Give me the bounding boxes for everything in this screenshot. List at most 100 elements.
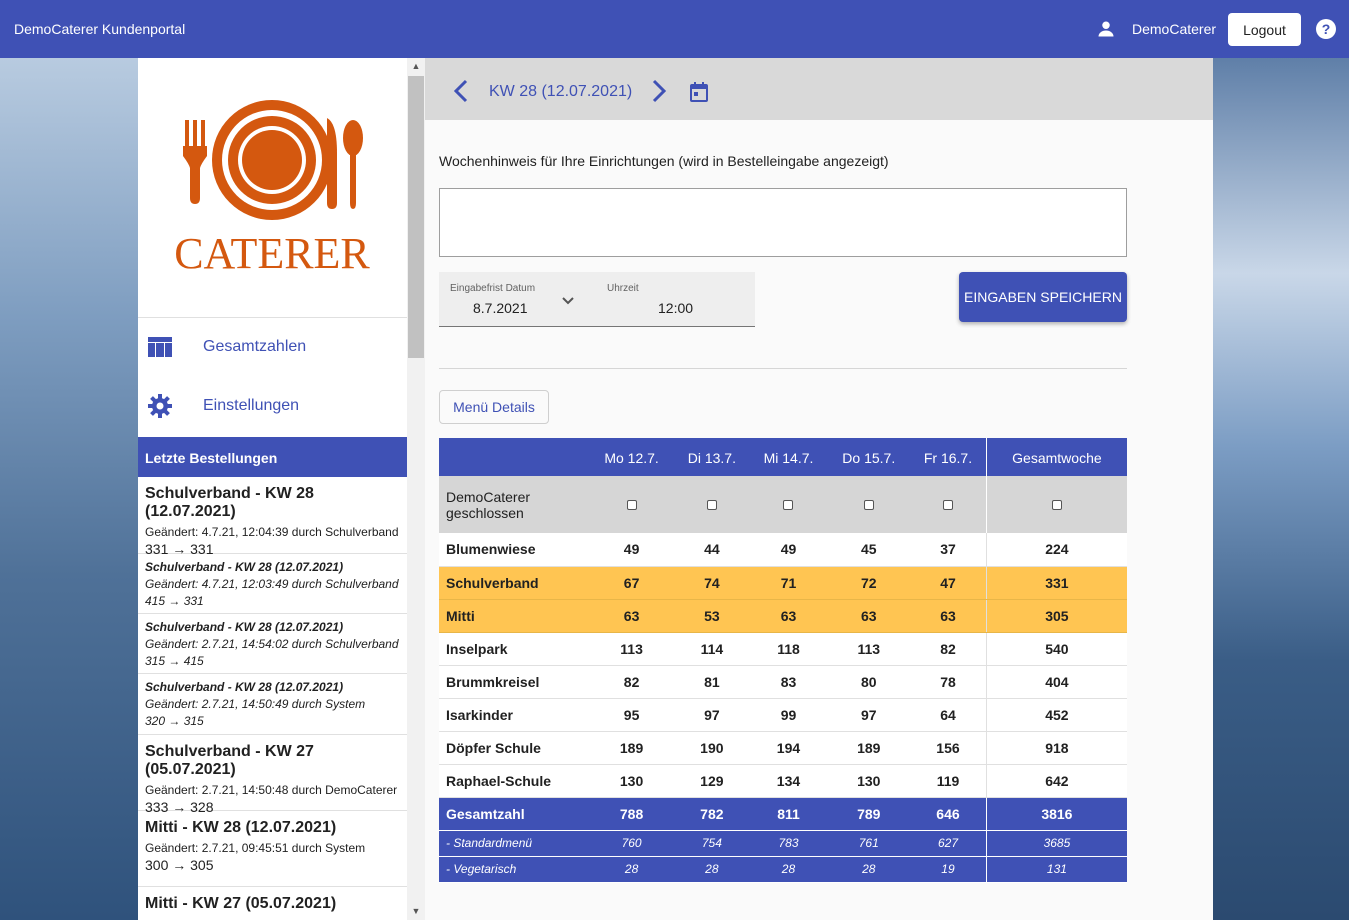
nav-item-gesamtzahlen[interactable]: Gesamtzahlen (138, 318, 407, 376)
week-total-cell: 305 (985, 599, 1127, 633)
column-header: Fr 16.7. (910, 438, 987, 476)
day-value-cell: 63 (749, 599, 828, 633)
day-value-cell: 95 (589, 698, 675, 732)
order-item[interactable]: Schulverband - KW 28 (12.07.2021) Geände… (138, 554, 407, 614)
logout-button[interactable]: Logout (1228, 13, 1301, 46)
row-label: Schulverband (439, 566, 589, 600)
scroll-down-arrow-icon[interactable]: ▼ (411, 906, 421, 916)
chevron-left-icon[interactable] (451, 79, 471, 103)
table-row: Isarkinder 95 97 99 97 64 452 (439, 698, 1127, 732)
day-value-cell: 67 (589, 566, 675, 600)
day-value-cell: 118 (749, 632, 828, 666)
order-value: 320 → 315 (145, 714, 204, 728)
table-row: Brummkreisel 82 81 83 80 78 404 (439, 665, 1127, 699)
day-value-cell: 19 (910, 856, 987, 883)
closed-checkbox[interactable] (626, 499, 637, 510)
table-row: Döpfer Schule 189 190 194 189 156 918 (439, 731, 1127, 765)
table-header-row: Mo 12.7. Di 13.7. Mi 14.7. Do 15.7. Fr 1… (439, 438, 1127, 476)
order-item[interactable]: Mitti - KW 27 (05.07.2021) (138, 887, 407, 920)
caterer-logo: CATERER (138, 58, 407, 318)
order-changed: Geändert: 4.7.21, 12:03:49 durch Schulve… (145, 577, 399, 591)
week-hint-textarea[interactable] (439, 188, 1127, 257)
order-item[interactable]: Mitti - KW 28 (12.07.2021) Geändert: 2.7… (138, 811, 407, 887)
order-title: Schulverband - KW 27 (05.07.2021) (145, 743, 314, 778)
order-item[interactable]: Schulverband - KW 28 (12.07.2021) Geände… (138, 614, 407, 674)
day-value-cell: 37 (910, 533, 987, 567)
row-label: - Vegetarisch (439, 856, 589, 883)
order-changed: Geändert: 2.7.21, 14:54:02 durch Schulve… (145, 637, 399, 651)
day-value-cell: 129 (674, 764, 750, 798)
order-item[interactable]: Schulverband - KW 28 (12.07.2021) Geände… (138, 477, 407, 557)
background-left (0, 58, 138, 920)
table-row: Mitti 63 53 63 63 63 305 (439, 599, 1127, 633)
day-value-cell: 114 (674, 632, 750, 666)
day-value-cell: 189 (589, 731, 675, 765)
week-total-cell: 918 (985, 731, 1127, 765)
order-item[interactable]: Schulverband - KW 27 (05.07.2021) Geände… (138, 735, 407, 815)
day-value-cell: 789 (827, 797, 911, 831)
deadline-date-select[interactable]: Eingabefrist Datum 8.7.2021 (439, 272, 596, 327)
day-value-cell: 190 (674, 731, 750, 765)
week-label: KW 28 (12.07.2021) (489, 83, 633, 100)
closed-checkbox[interactable] (706, 499, 717, 510)
day-value-cell: 28 (589, 856, 675, 883)
week-total-cell: 3816 (985, 797, 1127, 831)
day-value-cell: 97 (827, 698, 911, 732)
deadline-date-label: Eingabefrist Datum (450, 283, 536, 294)
day-value-cell: 754 (674, 830, 750, 857)
calendar-icon[interactable] (690, 82, 708, 102)
scroll-thumb[interactable] (408, 76, 424, 358)
row-label: Gesamtzahl (439, 797, 589, 831)
row-label: Brummkreisel (439, 665, 589, 699)
day-value-cell: 82 (910, 632, 987, 666)
day-value-cell: 113 (827, 632, 911, 666)
order-item[interactable]: Schulverband - KW 28 (12.07.2021) Geände… (138, 674, 407, 735)
day-value-cell: 194 (749, 731, 828, 765)
day-value-cell: 627 (910, 830, 987, 857)
day-value-cell: 156 (910, 731, 987, 765)
week-total-cell: 3685 (985, 830, 1127, 857)
day-value-cell: 72 (827, 566, 911, 600)
day-value-cell: 63 (910, 599, 987, 633)
divider (439, 368, 1127, 369)
closed-checkbox[interactable] (942, 499, 953, 510)
help-icon[interactable]: ? (1316, 19, 1336, 39)
day-value-cell: 783 (749, 830, 828, 857)
day-value-cell: 74 (674, 566, 750, 600)
app-title: DemoCaterer Kundenportal (14, 21, 186, 37)
week-navigation: KW 28 (12.07.2021) (425, 58, 1213, 120)
row-label: - Standardmenü (439, 830, 589, 857)
day-value-cell: 49 (589, 533, 675, 567)
day-value-cell: 78 (910, 665, 987, 699)
closed-checkbox[interactable] (1051, 499, 1062, 510)
sidebar-scrollbar[interactable]: ▲ ▼ (407, 58, 425, 920)
day-value-cell: 81 (674, 665, 750, 699)
orders-table: Mo 12.7. Di 13.7. Mi 14.7. Do 15.7. Fr 1… (439, 438, 1127, 883)
table-icon (148, 337, 172, 357)
chevron-right-icon[interactable] (649, 79, 669, 103)
day-value-cell: 63 (589, 599, 675, 633)
closed-label: DemoCaterer geschlossen (439, 476, 589, 533)
day-value-cell: 130 (827, 764, 911, 798)
day-value-cell: 788 (589, 797, 675, 831)
day-value-cell: 53 (674, 599, 750, 633)
deadline-time-input[interactable]: Uhrzeit 12:00 (596, 272, 755, 327)
day-value-cell: 130 (589, 764, 675, 798)
day-value-cell: 83 (749, 665, 828, 699)
closed-row: DemoCaterer geschlossen (439, 476, 1127, 533)
scroll-up-arrow-icon[interactable]: ▲ (411, 61, 421, 71)
row-label: Blumenwiese (439, 533, 589, 567)
closed-checkbox[interactable] (863, 499, 874, 510)
user-name: DemoCaterer (1132, 21, 1217, 37)
day-value-cell: 760 (589, 830, 675, 857)
save-inputs-button[interactable]: EINGABEN SPEICHERN (959, 272, 1127, 322)
week-hint-label: Wochenhinweis für Ihre Einrichtungen (wi… (439, 153, 889, 169)
logo-text: CATERER (174, 229, 370, 278)
menu-details-button[interactable]: Menü Details (439, 390, 549, 424)
week-total-cell: 131 (985, 856, 1127, 883)
closed-checkbox[interactable] (783, 499, 794, 510)
nav-item-einstellungen[interactable]: Einstellungen (138, 377, 407, 435)
user-icon (1098, 21, 1114, 37)
order-title: Mitti - KW 27 (05.07.2021) (145, 895, 337, 912)
day-value-cell: 44 (674, 533, 750, 567)
